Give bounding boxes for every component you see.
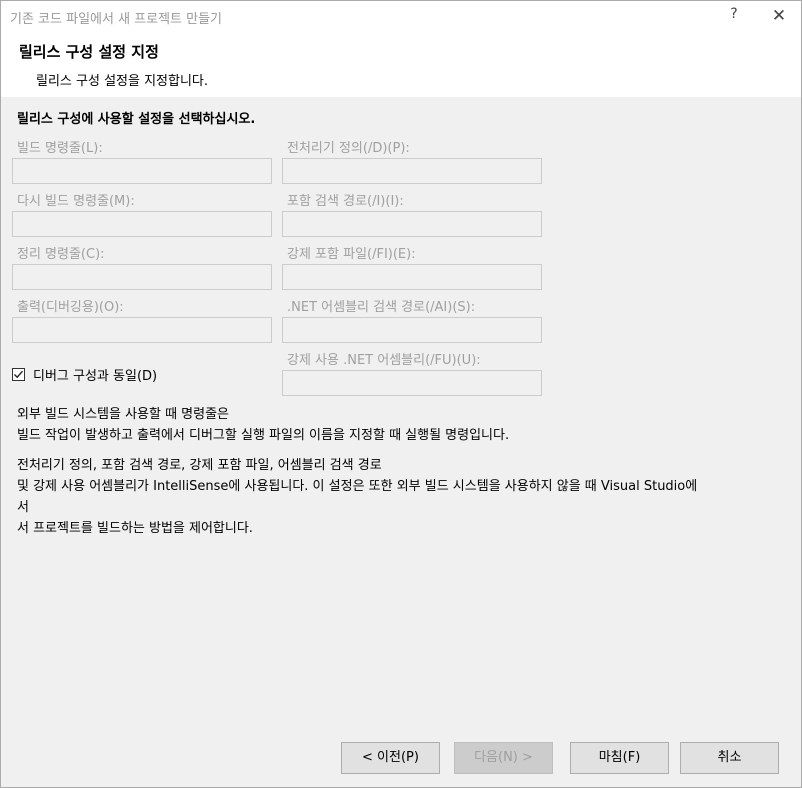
include-path-label: 포함 검색 경로(/I)(I): <box>287 194 404 209</box>
preprocessor-input[interactable] <box>282 158 542 184</box>
same-as-debug-checkbox-row[interactable]: 디버그 구성과 동일(D) <box>12 365 158 384</box>
description-line: 전처리기 정의, 포함 검색 경로, 강제 포함 파일, 어셈블리 검색 경로 <box>17 458 382 473</box>
forced-include-label: 강제 포함 파일(/FI)(E): <box>287 247 416 262</box>
forced-include-input[interactable] <box>282 264 542 290</box>
same-as-debug-checkbox[interactable] <box>12 367 25 381</box>
close-icon[interactable]: ✕ <box>767 4 791 28</box>
build-cmd-input[interactable] <box>12 158 272 184</box>
instruction-text: 릴리스 구성에 사용할 설정을 선택하십시오. <box>17 112 256 127</box>
description-line: 서 프로젝트를 빌드하는 방법을 제어합니다. <box>17 521 253 536</box>
wizard-header: 릴리스 구성 설정 지정 릴리스 구성 설정을 지정합니다. <box>1 32 801 97</box>
description-intellisense: 전처리기 정의, 포함 검색 경로, 강제 포함 파일, 어셈블리 검색 경로 … <box>17 455 787 539</box>
window-title: 기존 코드 파일에서 새 프로젝트 만들기 <box>10 12 223 27</box>
clean-cmd-label: 정리 명령줄(C): <box>17 247 105 262</box>
help-icon[interactable]: ? <box>725 6 743 26</box>
new-project-wizard-window: 기존 코드 파일에서 새 프로젝트 만들기 ? ✕ 릴리스 구성 설정 지정 릴… <box>0 0 802 788</box>
clean-cmd-input[interactable] <box>12 264 272 290</box>
build-cmd-label: 빌드 명령줄(L): <box>17 141 103 156</box>
finish-button[interactable]: 마침(F) <box>570 742 669 774</box>
forced-using-input[interactable] <box>282 370 542 396</box>
same-as-debug-label: 디버그 구성과 동일(D) <box>33 368 158 384</box>
rebuild-cmd-input[interactable] <box>12 211 272 237</box>
page-title: 릴리스 구성 설정 지정 <box>19 43 159 61</box>
description-line: 및 강제 사용 어셈블리가 IntelliSense에 사용됩니다. 이 설정은… <box>17 479 698 494</box>
cancel-button[interactable]: 취소 <box>680 742 779 774</box>
output-input[interactable] <box>12 317 272 343</box>
forced-using-label: 강제 사용 .NET 어셈블리(/FU)(U): <box>287 353 481 368</box>
preprocessor-label: 전처리기 정의(/D)(P): <box>287 141 410 156</box>
description-line: 빌드 작업이 발생하고 출력에서 디버그할 실행 파일의 이름을 지정할 때 실… <box>17 428 510 443</box>
checkmark-icon <box>14 370 24 378</box>
page-subtitle: 릴리스 구성 설정을 지정합니다. <box>36 74 209 89</box>
include-path-input[interactable] <box>282 211 542 237</box>
rebuild-cmd-label: 다시 빌드 명령줄(M): <box>17 194 135 209</box>
title-bar: 기존 코드 파일에서 새 프로젝트 만들기 ? ✕ <box>1 1 801 32</box>
description-command-line: 외부 빌드 시스템을 사용할 때 명령줄은 빌드 작업이 발생하고 출력에서 디… <box>17 404 787 446</box>
output-label: 출력(디버깅용)(O): <box>17 300 124 315</box>
assembly-path-input[interactable] <box>282 317 542 343</box>
prev-button[interactable]: < 이전(P) <box>341 742 440 774</box>
assembly-path-label: .NET 어셈블리 검색 경로(/AI)(S): <box>287 300 476 315</box>
description-line: 외부 빌드 시스템을 사용할 때 명령줄은 <box>17 407 230 422</box>
next-button[interactable]: 다음(N) > <box>454 742 553 774</box>
description-line: 서 <box>17 500 29 515</box>
